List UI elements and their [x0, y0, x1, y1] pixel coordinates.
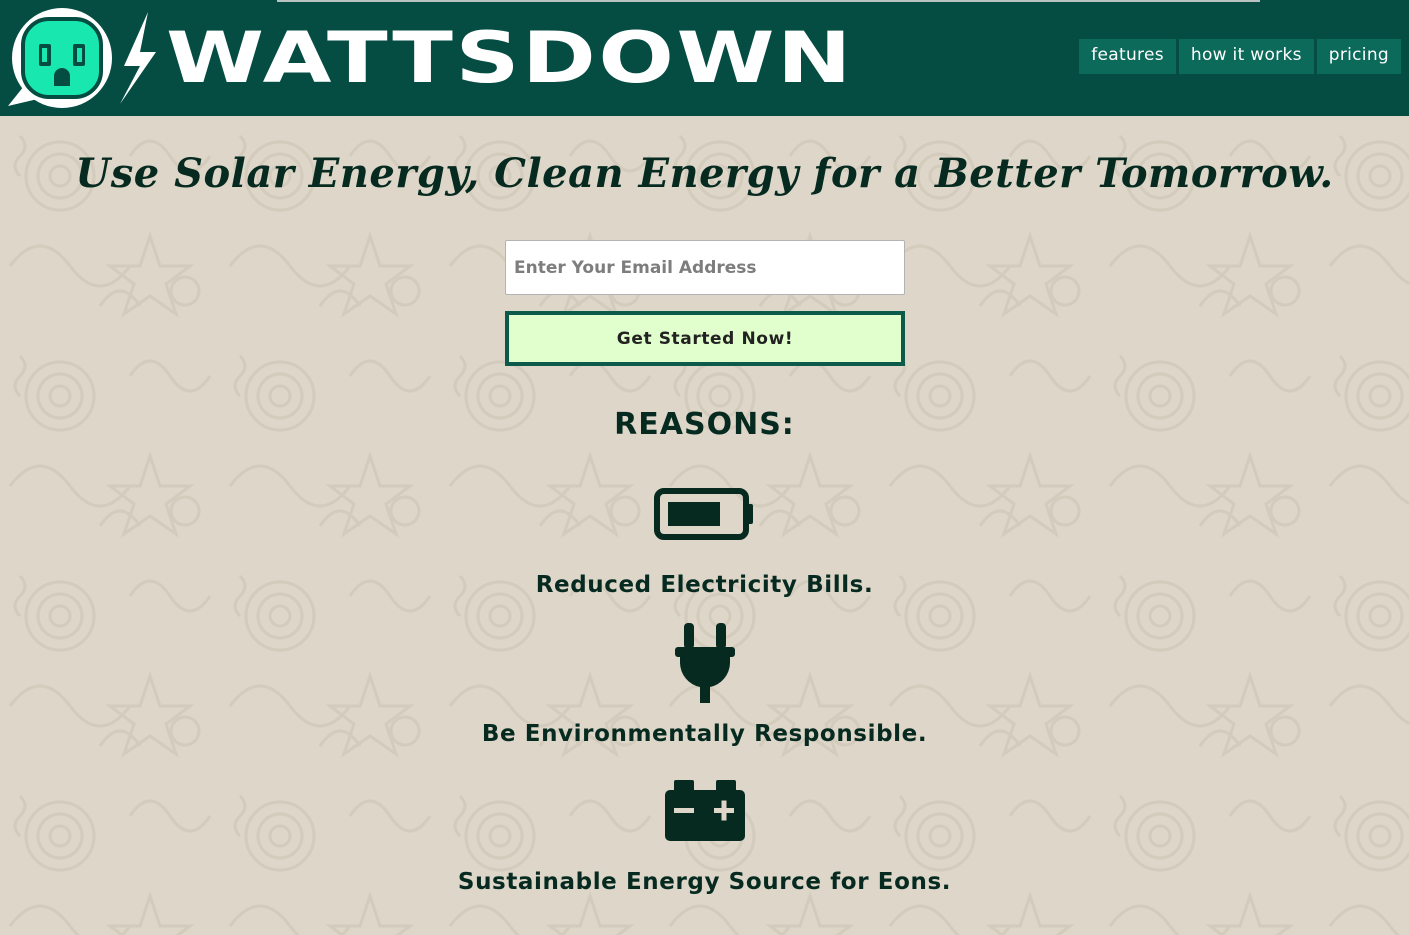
reasons-heading: REASONS:	[614, 407, 795, 442]
plug-icon	[674, 623, 736, 703]
reason-text-sustainable: Sustainable Energy Source for Eons.	[457, 869, 952, 895]
hero-tagline: Use Solar Energy, Clean Energy for a Bet…	[75, 150, 1334, 197]
top-divider	[277, 0, 1260, 2]
site-header: WATTSDOWN features how it works pricing	[0, 0, 1409, 116]
get-started-button[interactable]: Get Started Now!	[505, 311, 905, 366]
brand-name[interactable]: WATTSDOWN	[166, 14, 854, 102]
nav-link-pricing[interactable]: pricing	[1316, 39, 1401, 74]
logo-icon[interactable]	[6, 6, 166, 110]
email-input[interactable]	[505, 240, 905, 295]
battery-icon	[654, 488, 756, 540]
main-content: Use Solar Energy, Clean Energy for a Bet…	[0, 116, 1409, 935]
car-battery-icon	[664, 780, 746, 842]
reason-text-environment: Be Environmentally Responsible.	[481, 721, 928, 747]
main-nav: features how it works pricing	[1079, 39, 1401, 74]
nav-link-features[interactable]: features	[1079, 39, 1176, 74]
reason-text-bills: Reduced Electricity Bills.	[535, 572, 874, 598]
nav-link-how-it-works[interactable]: how it works	[1178, 39, 1314, 74]
